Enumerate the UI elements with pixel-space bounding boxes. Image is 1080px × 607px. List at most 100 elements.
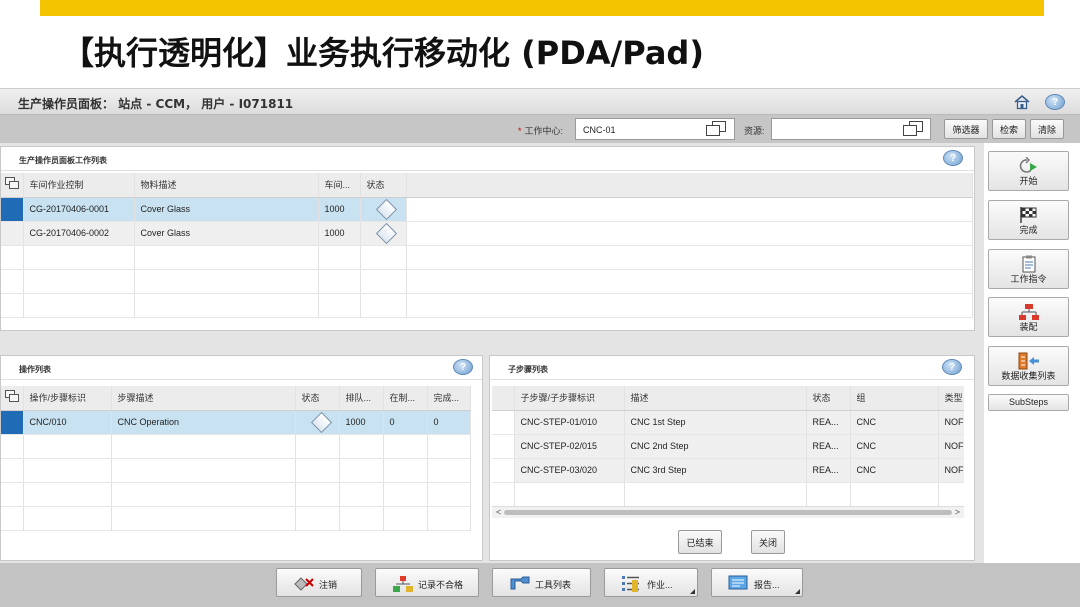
log-nc-label: 记录不合格 bbox=[418, 580, 464, 590]
column-header[interactable]: 步骤描述 bbox=[111, 386, 296, 411]
column-header[interactable]: 状态 bbox=[295, 386, 340, 411]
assemble-label: 装配 bbox=[1019, 322, 1038, 332]
table-row[interactable]: CG-20170406-0001 Cover Glass 1000 bbox=[1, 197, 973, 222]
sfc-cell: CG-20170406-0001 bbox=[23, 197, 135, 222]
scrollbar-thumb[interactable] bbox=[504, 510, 952, 515]
horizontal-scrollbar[interactable]: < > bbox=[492, 506, 964, 518]
filter-button[interactable]: 筛选器 bbox=[944, 119, 988, 139]
worklist-table: 车间作业控制 物料描述 车间... 状态 CG-20170406-0001 Co… bbox=[1, 173, 973, 318]
sfc-cell: CG-20170406-0002 bbox=[23, 221, 135, 246]
scroll-left-icon[interactable]: < bbox=[496, 507, 501, 517]
row-selector[interactable] bbox=[1, 221, 24, 246]
table-row bbox=[1, 293, 973, 318]
column-header[interactable]: 描述 bbox=[624, 386, 807, 411]
qty-cell: 1000 bbox=[318, 197, 361, 222]
help-icon[interactable]: ? bbox=[943, 150, 963, 166]
worklist-panel: 生产操作员面板工作列表 ? 车间作业控制 物料描述 车间... 状态 CG-20… bbox=[0, 146, 975, 331]
log-nc-button[interactable]: 记录不合格 bbox=[375, 568, 479, 597]
close-button[interactable]: 关闭 bbox=[751, 530, 785, 554]
home-icon[interactable] bbox=[1012, 93, 1032, 111]
row-selector[interactable] bbox=[492, 458, 515, 483]
operation-cell: CNC/010 bbox=[23, 410, 112, 435]
status-cell bbox=[360, 197, 407, 222]
row-selector[interactable] bbox=[1, 197, 24, 222]
substeps-panel-header: 子步骤列表 ? bbox=[490, 356, 974, 380]
table-row[interactable]: CNC-STEP-02/015 CNC 2nd Step REA... CNC … bbox=[492, 434, 964, 459]
status-diamond-icon bbox=[375, 222, 397, 244]
signoff-button[interactable]: 注销 bbox=[276, 568, 362, 597]
column-header-empty bbox=[492, 386, 515, 411]
table-row bbox=[1, 269, 973, 294]
column-header[interactable]: 完成... bbox=[427, 386, 471, 411]
worklist-panel-header: 生产操作员面板工作列表 ? bbox=[1, 147, 974, 171]
column-header-empty bbox=[406, 173, 973, 198]
column-header[interactable]: 在制... bbox=[383, 386, 428, 411]
row-selector[interactable] bbox=[492, 410, 515, 435]
substep-type-cell: NOF bbox=[938, 458, 964, 483]
status-diamond-icon bbox=[375, 198, 397, 220]
report-button[interactable]: 报告... bbox=[711, 568, 803, 597]
assemble-button[interactable]: 装配 bbox=[988, 297, 1069, 337]
table-row[interactable]: CNC/010 CNC Operation 1000 0 0 bbox=[1, 410, 471, 435]
column-settings-icon[interactable] bbox=[5, 390, 22, 404]
substep-status-cell: REA... bbox=[806, 410, 851, 435]
help-icon[interactable]: ? bbox=[453, 359, 473, 375]
substep-desc-cell: CNC 1st Step bbox=[624, 410, 807, 435]
table-row bbox=[492, 482, 964, 506]
search-button[interactable]: 检索 bbox=[992, 119, 1026, 139]
data-collection-button[interactable]: 数据收集列表 bbox=[988, 346, 1069, 386]
help-icon[interactable]: ? bbox=[942, 359, 962, 375]
substeps-label: SubSteps bbox=[1008, 397, 1049, 407]
start-button[interactable]: 开始 bbox=[988, 151, 1069, 191]
empty-cell bbox=[406, 221, 973, 246]
column-header[interactable]: 排队... bbox=[339, 386, 384, 411]
finished-button[interactable]: 已结束 bbox=[678, 530, 722, 554]
column-header[interactable]: 状态 bbox=[806, 386, 851, 411]
table-row bbox=[1, 458, 471, 483]
substep-id-cell: CNC-STEP-03/020 bbox=[514, 458, 625, 483]
table-row[interactable]: CNC-STEP-01/010 CNC 1st Step REA... CNC … bbox=[492, 410, 964, 435]
column-header[interactable]: 子步骤/子步骤标识 bbox=[514, 386, 625, 411]
column-header[interactable]: 状态 bbox=[360, 173, 407, 198]
substeps-button[interactable]: SubSteps bbox=[988, 394, 1069, 411]
slide-title: 【执行透明化】业务执行移动化 (PDA/Pad) bbox=[62, 34, 704, 72]
substep-desc-cell: CNC 2nd Step bbox=[624, 434, 807, 459]
help-icon[interactable]: ? bbox=[1045, 93, 1065, 111]
main-panel-area: 生产操作员面板工作列表 ? 车间作业控制 物料描述 车间... 状态 CG-20… bbox=[0, 143, 984, 563]
app-header: 生产操作员面板： 站点 - CCM， 用户 - I071811 ? bbox=[0, 88, 1080, 115]
browse-icon[interactable] bbox=[903, 121, 925, 137]
column-header[interactable]: 组 bbox=[850, 386, 939, 411]
table-row bbox=[1, 434, 471, 459]
tool-list-button[interactable]: 工具列表 bbox=[492, 568, 591, 597]
table-row[interactable]: CNC-STEP-03/020 CNC 3rd Step REA... CNC … bbox=[492, 458, 964, 483]
substep-status-cell: REA... bbox=[806, 434, 851, 459]
start-label: 开始 bbox=[1019, 176, 1038, 186]
column-settings-icon[interactable] bbox=[5, 177, 22, 191]
column-selector[interactable] bbox=[1, 386, 24, 411]
substep-type-cell: NOF bbox=[938, 434, 964, 459]
table-row[interactable]: CG-20170406-0002 Cover Glass 1000 bbox=[1, 221, 973, 246]
scroll-right-icon[interactable]: > bbox=[955, 507, 960, 517]
row-selector[interactable] bbox=[492, 434, 515, 459]
work-instruction-button[interactable]: 工作指令 bbox=[988, 249, 1069, 289]
substeps-panel: 子步骤列表 ? 子步骤/子步骤标识 描述 状态 组 类型 CNC-STEP-01… bbox=[489, 355, 975, 561]
substep-desc-cell: CNC 3rd Step bbox=[624, 458, 807, 483]
column-header[interactable]: 操作/步骤标识 bbox=[23, 386, 112, 411]
column-header[interactable]: 物料描述 bbox=[134, 173, 319, 198]
column-header[interactable]: 车间作业控制 bbox=[23, 173, 135, 198]
clear-button[interactable]: 清除 bbox=[1030, 119, 1064, 139]
resource-label: 资源: bbox=[744, 126, 765, 136]
work-button[interactable]: 作业... bbox=[604, 568, 698, 597]
column-header[interactable]: 类型 bbox=[938, 386, 964, 411]
report-icon bbox=[728, 575, 748, 593]
column-header[interactable]: 车间... bbox=[318, 173, 361, 198]
row-selector[interactable] bbox=[1, 410, 24, 435]
substeps-title: 子步骤列表 bbox=[508, 365, 548, 374]
complete-button[interactable]: 完成 bbox=[988, 200, 1069, 240]
start-icon bbox=[1018, 156, 1040, 175]
column-selector[interactable] bbox=[1, 173, 24, 198]
wip-cell: 0 bbox=[383, 410, 428, 435]
description-cell: CNC Operation bbox=[111, 410, 296, 435]
browse-icon[interactable] bbox=[706, 121, 728, 137]
qty-cell: 1000 bbox=[318, 221, 361, 246]
